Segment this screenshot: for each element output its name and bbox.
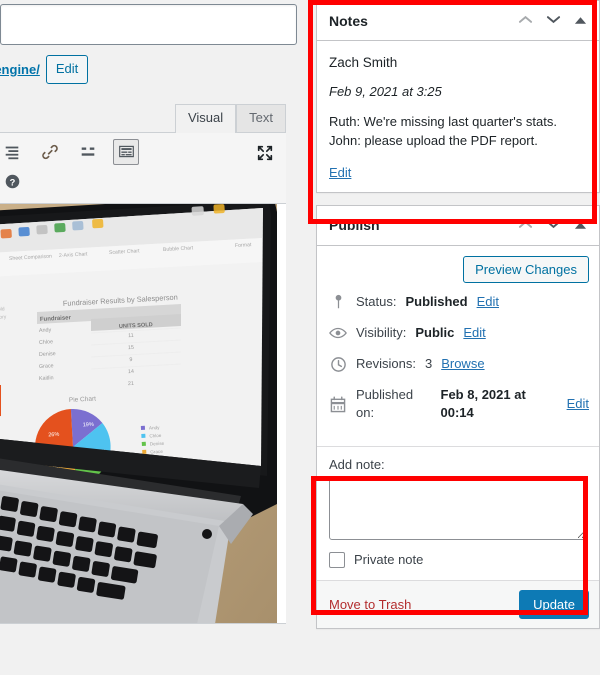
insert-read-more-icon[interactable] xyxy=(75,139,101,165)
svg-text:Kaitlin: Kaitlin xyxy=(39,375,54,382)
visibility-row: Visibility: Public Edit xyxy=(329,324,589,342)
status-label: Status: xyxy=(356,293,397,309)
post-title-area xyxy=(0,0,308,45)
move-down-icon[interactable] xyxy=(546,218,561,233)
tab-visual[interactable]: Visual xyxy=(174,103,237,133)
note-author: Zach Smith xyxy=(329,55,398,70)
svg-text:Denise: Denise xyxy=(150,441,165,447)
svg-text:26%: 26% xyxy=(48,432,59,439)
notes-metabox-body: Zach Smith Feb 9, 2021 at 3:25 Ruth: We'… xyxy=(317,41,599,192)
add-note-textarea[interactable] xyxy=(329,477,587,540)
private-note-label: Private note xyxy=(354,552,424,568)
sidebar-column: Notes Zach Smith Feb 9, 2021 at 3:25 Rut… xyxy=(316,0,600,675)
svg-text:Chloe: Chloe xyxy=(149,433,162,439)
notes-panel-title: Notes xyxy=(329,12,368,29)
publish-status-rows: Status: Published Edit Visibility: Publi… xyxy=(317,291,599,446)
svg-text:11: 11 xyxy=(128,333,134,339)
published-on-row: Published on: Feb 8, 2021 at 00:14 Edit xyxy=(329,386,589,422)
revisions-browse-link[interactable]: Browse xyxy=(441,355,484,373)
publish-metabox: Publish Preview Changes Status: Publishe… xyxy=(316,204,600,629)
toggle-toolbar-icon[interactable] xyxy=(113,138,139,165)
clock-icon xyxy=(329,355,347,373)
svg-text:Grace: Grace xyxy=(150,449,163,455)
add-note-section: Add note: Private note xyxy=(317,445,599,580)
notes-metabox: Notes Zach Smith Feb 9, 2021 at 3:25 Rut… xyxy=(316,0,600,193)
post-content-media[interactable]: Sheet Comparison 2-Axis Chart Scatter Ch… xyxy=(0,203,286,624)
publish-panel-title: Publish xyxy=(329,217,380,234)
revisions-row: Revisions: 3 Browse xyxy=(329,355,589,373)
published-on-label: Published on: xyxy=(356,387,414,421)
published-on-edit-link[interactable]: Edit xyxy=(567,395,589,413)
editor-mode-tabs: Visual Text xyxy=(0,103,308,133)
preview-row: Preview Changes xyxy=(317,246,599,291)
eye-icon xyxy=(329,324,347,342)
revisions-label: Revisions: xyxy=(356,356,416,372)
note-body: Ruth: We're missing last quarter's stats… xyxy=(329,113,587,151)
toggle-panel-icon[interactable] xyxy=(574,218,587,233)
post-title-input[interactable] xyxy=(0,4,297,45)
add-note-label: Add note: xyxy=(329,456,385,472)
help-icon[interactable]: ? xyxy=(0,169,25,195)
visibility-label: Visibility: xyxy=(356,324,407,340)
svg-text:15: 15 xyxy=(128,345,134,351)
editor-toolbar: ? xyxy=(0,131,286,204)
edit-permalink-button[interactable]: Edit xyxy=(45,55,89,84)
toggle-panel-icon[interactable] xyxy=(574,13,587,28)
move-down-icon[interactable] xyxy=(546,13,561,28)
status-value: Published xyxy=(405,293,468,309)
svg-text:?: ? xyxy=(9,178,15,188)
publish-metabox-header: Publish xyxy=(317,206,599,246)
calendar-icon xyxy=(329,395,347,413)
insert-link-icon[interactable] xyxy=(37,139,63,165)
svg-text:Format: Format xyxy=(235,242,252,249)
update-button[interactable]: Update xyxy=(519,589,589,619)
preview-changes-button[interactable]: Preview Changes xyxy=(463,255,589,283)
move-up-icon[interactable] xyxy=(518,13,533,28)
revisions-value: 3 xyxy=(424,356,433,372)
svg-text:Andy: Andy xyxy=(39,327,52,334)
svg-text:9: 9 xyxy=(129,357,132,363)
svg-text:Denise: Denise xyxy=(39,351,56,358)
post-editor-column: -engine/ Edit Visual Text xyxy=(0,0,308,675)
note-line: Ruth: We're missing last quarter's stats… xyxy=(329,114,557,129)
move-up-icon[interactable] xyxy=(518,218,533,233)
svg-text:Andy: Andy xyxy=(149,425,160,431)
note-edit-link[interactable]: Edit xyxy=(329,165,351,180)
move-to-trash-link[interactable]: Move to Trash xyxy=(329,597,411,612)
notes-panel-controls xyxy=(518,13,589,28)
visibility-edit-link[interactable]: Edit xyxy=(463,324,485,342)
published-on-value: Feb 8, 2021 at 00:14 xyxy=(440,387,526,421)
permalink-link[interactable]: -engine/ xyxy=(0,62,40,77)
note-date: Feb 9, 2021 at 3:25 xyxy=(329,84,442,99)
private-note-row: Private note xyxy=(329,551,587,568)
private-note-checkbox[interactable] xyxy=(329,551,345,568)
svg-text:Chloe: Chloe xyxy=(39,339,53,346)
align-justify-icon[interactable] xyxy=(0,139,25,165)
svg-text:14: 14 xyxy=(128,369,134,375)
note-line: John: please upload the PDF report. xyxy=(329,132,538,148)
permalink-row: -engine/ Edit xyxy=(0,45,308,90)
pin-icon xyxy=(329,293,347,311)
status-row: Status: Published Edit xyxy=(329,293,589,311)
publish-footer: Move to Trash Update xyxy=(317,579,599,628)
distraction-free-icon[interactable] xyxy=(252,140,278,166)
publish-panel-controls xyxy=(518,218,589,233)
status-edit-link[interactable]: Edit xyxy=(477,293,499,311)
svg-text:Grace: Grace xyxy=(39,363,54,370)
laptop-spreadsheet-photo: Sheet Comparison 2-Axis Chart Scatter Ch… xyxy=(0,203,286,623)
visibility-value: Public xyxy=(415,324,455,340)
tab-text[interactable]: Text xyxy=(236,103,286,133)
svg-text:21: 21 xyxy=(128,381,134,387)
svg-text:19%: 19% xyxy=(83,422,94,429)
notes-metabox-header: Notes xyxy=(317,1,599,41)
